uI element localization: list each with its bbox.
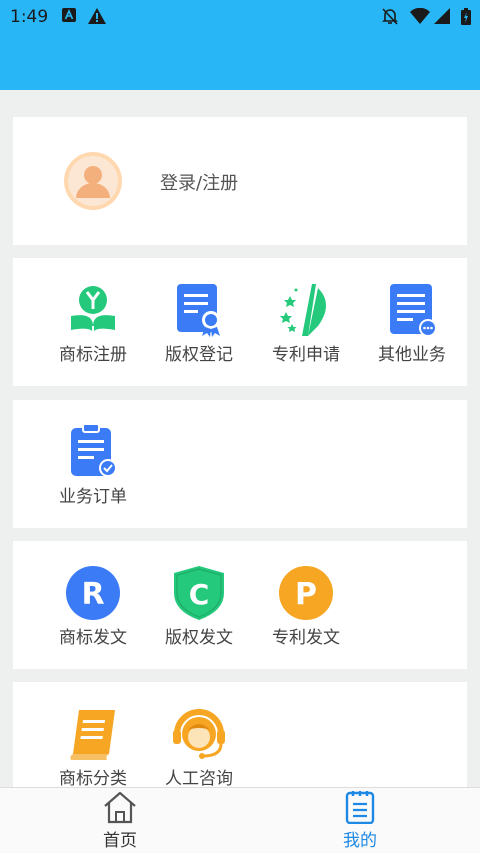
home-icon <box>104 791 136 824</box>
trademark-classification-icon <box>70 710 115 760</box>
tab-my[interactable]: 我的 <box>300 790 420 851</box>
tab-home-label: 首页 <box>103 831 137 851</box>
patent-doc-icon: P <box>279 566 333 620</box>
business-order-icon <box>71 424 117 477</box>
profile-card[interactable]: 登录/注册 <box>13 117 467 245</box>
tools-card: 商标分类 人工咨询 <box>13 682 467 792</box>
svg-text:R: R <box>81 577 104 612</box>
a-notification-icon <box>62 8 76 22</box>
avatar-icon[interactable] <box>63 151 123 211</box>
service-other-business[interactable]: 其他业务 <box>362 282 462 365</box>
orders-card: 业务订单 <box>13 400 467 528</box>
service-trademark-registration[interactable]: 商标注册 <box>43 282 143 365</box>
bottom-tab-bar: 首页 我的 <box>0 787 480 853</box>
login-register-link[interactable]: 登录/注册 <box>160 169 238 195</box>
copyright-doc-button[interactable]: C 版权发文 <box>149 565 249 648</box>
customer-service-icon <box>173 709 225 759</box>
patent-doc-button[interactable]: P 专利发文 <box>256 565 356 648</box>
service-label: 版权登记 <box>165 345 233 365</box>
business-order-button[interactable]: 业务订单 <box>43 424 143 507</box>
trademark-doc-icon: R <box>66 566 120 620</box>
documents-card: R 商标发文 C 版权发文 P 专利发文 <box>13 541 467 669</box>
warning-icon <box>88 8 106 24</box>
battery-icon <box>461 8 471 25</box>
patent-application-icon <box>280 284 326 336</box>
tab-my-label: 我的 <box>343 831 377 851</box>
tab-home[interactable]: 首页 <box>60 790 180 851</box>
service-patent-application[interactable]: 专利申请 <box>256 282 356 365</box>
wifi-icon <box>410 8 430 24</box>
status-time: 1:49 <box>10 7 49 27</box>
order-label: 业务订单 <box>59 487 127 507</box>
trademark-classification-button[interactable]: 商标分类 <box>43 706 143 789</box>
tool-label: 人工咨询 <box>165 769 233 789</box>
svg-text:C: C <box>189 578 210 611</box>
service-label: 专利申请 <box>272 345 340 365</box>
service-label: 商标注册 <box>59 345 127 365</box>
status-bar: 1:49 <box>0 0 480 34</box>
tool-label: 商标分类 <box>59 769 127 789</box>
document-label: 专利发文 <box>272 628 340 648</box>
trademark-registration-icon <box>71 286 115 334</box>
document-label: 版权发文 <box>165 628 233 648</box>
my-icon <box>345 791 375 824</box>
service-copyright-registration[interactable]: 版权登记 <box>149 282 249 365</box>
do-not-disturb-icon <box>382 8 398 25</box>
services-card: 商标注册 版权登记 专利申请 其他业务 <box>13 258 467 386</box>
header-bar <box>0 34 480 90</box>
customer-service-button[interactable]: 人工咨询 <box>149 706 249 789</box>
trademark-doc-button[interactable]: R 商标发文 <box>43 565 143 648</box>
service-label: 其他业务 <box>378 345 446 365</box>
signal-icon <box>434 8 450 24</box>
svg-text:P: P <box>295 577 317 612</box>
copyright-registration-icon <box>177 284 220 337</box>
other-business-icon <box>390 284 437 337</box>
copyright-doc-icon: C <box>174 566 224 620</box>
document-label: 商标发文 <box>59 628 127 648</box>
